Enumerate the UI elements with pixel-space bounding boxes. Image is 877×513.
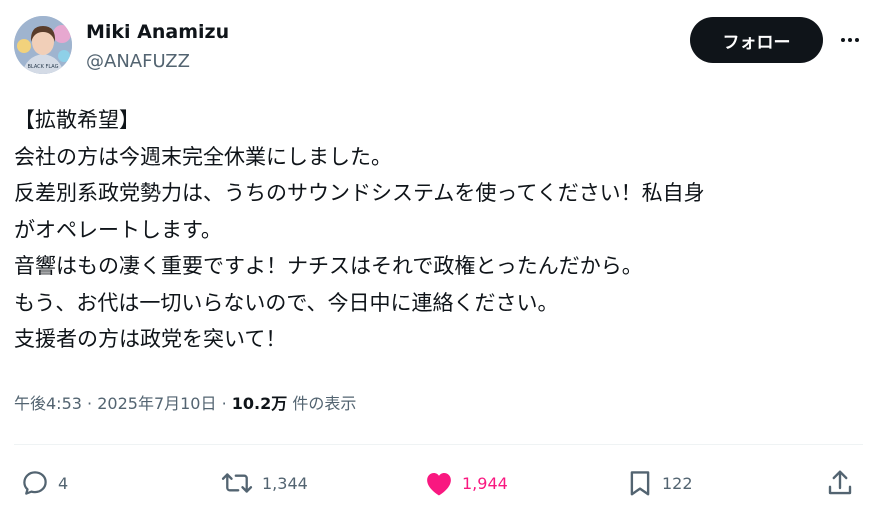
retweet-count: 1,344 — [262, 473, 308, 493]
user-handle[interactable]: @ANAFUZZ — [86, 50, 190, 74]
bookmark-count: 122 — [662, 473, 693, 493]
tweet-text: 【拡散希望】 会社の方は今週末完全休業にしました。 反差別系政党勢力は、うちのサ… — [14, 102, 864, 358]
bookmark-icon — [626, 468, 654, 498]
tweet-meta: 午後4:53 · 2025年7月10日 · 10.2万 件の表示 — [14, 392, 356, 416]
tweet-line: 音響はもの凄く重要ですよ！ナチスはそれで政権とったんだから。 — [14, 254, 643, 278]
share-icon — [826, 468, 854, 498]
retweet-button[interactable]: 1,344 — [220, 466, 308, 500]
more-horizontal-icon — [838, 28, 862, 52]
avatar[interactable]: BLACK FLAG — [14, 16, 72, 74]
tweet-card: BLACK FLAG Miki Anamizu @ANAFUZZ フォロー 【拡… — [0, 0, 877, 513]
tweet-line: 支援者の方は政党を突いて！ — [14, 327, 287, 351]
meta-separator: · — [221, 394, 227, 413]
follow-button[interactable]: フォロー — [690, 17, 823, 63]
reply-button[interactable]: 4 — [20, 466, 68, 500]
reply-count: 4 — [58, 473, 69, 493]
display-name[interactable]: Miki Anamizu — [86, 20, 229, 44]
bookmark-button[interactable]: 122 — [626, 466, 693, 500]
tweet-line: 反差別系政党勢力は、うちのサウンドシステムを使ってください！私自身 — [14, 181, 705, 205]
divider — [14, 444, 863, 445]
avatar-shirt-text: BLACK FLAG — [27, 64, 58, 70]
like-button[interactable]: 1,944 — [424, 466, 508, 500]
meta-separator: · — [87, 394, 93, 413]
tweet-time[interactable]: 午後4:53 — [14, 394, 82, 413]
share-button[interactable] — [826, 466, 854, 500]
like-count: 1,944 — [462, 473, 508, 493]
reply-icon — [20, 468, 50, 498]
avatar-image: BLACK FLAG — [14, 16, 72, 74]
tweet-line: 会社の方は今週末完全休業にしました。 — [14, 144, 392, 169]
tweet-line: がオペレートします。 — [14, 217, 222, 242]
tweet-line: もう、お代は一切いらないので、今日中に連絡ください。 — [14, 290, 559, 315]
views-count[interactable]: 10.2万 — [232, 394, 287, 413]
views-label: 件の表示 — [292, 394, 357, 413]
tweet-date[interactable]: 2025年7月10日 — [97, 394, 216, 413]
more-button[interactable] — [834, 26, 866, 54]
heart-icon — [424, 469, 454, 497]
retweet-icon — [220, 468, 254, 498]
tweet-line: 【拡散希望】 — [14, 108, 140, 132]
